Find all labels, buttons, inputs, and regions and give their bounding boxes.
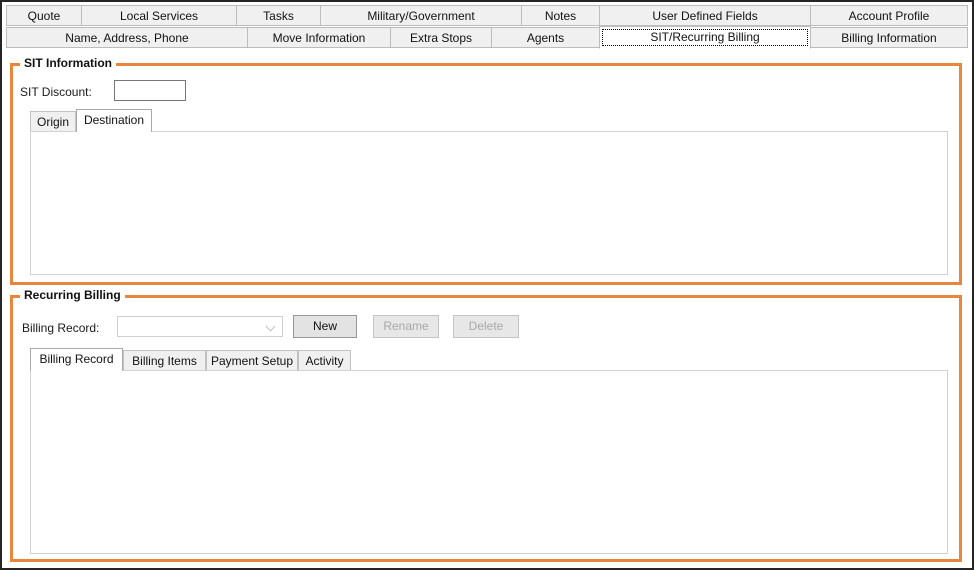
sit-information-title: SIT Information: [20, 56, 116, 70]
chevron-down-icon: [265, 321, 276, 332]
subtab-billing-record[interactable]: Billing Record: [30, 348, 123, 371]
sit-destination-panel: [30, 131, 948, 275]
tab-move-information[interactable]: Move Information: [247, 27, 391, 48]
sit-discount-input[interactable]: [114, 80, 186, 101]
tab-local-services[interactable]: Local Services: [81, 5, 237, 26]
tab-military-government[interactable]: Military/Government: [320, 5, 522, 26]
tab-agents[interactable]: Agents: [491, 27, 600, 48]
application-window: Quote Local Services Tasks Military/Gove…: [0, 0, 974, 570]
tab-billing-information[interactable]: Billing Information: [810, 27, 968, 48]
tab-quote[interactable]: Quote: [6, 5, 82, 26]
subtab-activity[interactable]: Activity: [298, 350, 351, 371]
delete-button[interactable]: Delete: [453, 315, 519, 338]
tab-notes[interactable]: Notes: [521, 5, 600, 26]
subtab-destination[interactable]: Destination: [76, 109, 152, 132]
recurring-billing-title: Recurring Billing: [20, 288, 125, 302]
subtab-billing-items[interactable]: Billing Items: [123, 350, 206, 371]
tab-account-profile[interactable]: Account Profile: [810, 5, 968, 26]
tab-name-address-phone[interactable]: Name, Address, Phone: [6, 27, 248, 48]
rename-button[interactable]: Rename: [373, 315, 439, 338]
billing-record-dropdown[interactable]: [117, 316, 283, 337]
tab-user-defined-fields[interactable]: User Defined Fields: [599, 5, 811, 26]
tab-extra-stops[interactable]: Extra Stops: [390, 27, 492, 48]
tab-sit-recurring-billing[interactable]: SIT/Recurring Billing: [599, 26, 811, 49]
new-button[interactable]: New: [293, 315, 357, 338]
tab-tasks[interactable]: Tasks: [236, 5, 321, 26]
billing-record-panel: [30, 370, 948, 554]
sit-discount-label: SIT Discount:: [20, 85, 92, 99]
subtab-payment-setup[interactable]: Payment Setup: [206, 350, 298, 371]
subtab-origin[interactable]: Origin: [30, 111, 76, 132]
billing-record-label: Billing Record:: [22, 321, 100, 335]
